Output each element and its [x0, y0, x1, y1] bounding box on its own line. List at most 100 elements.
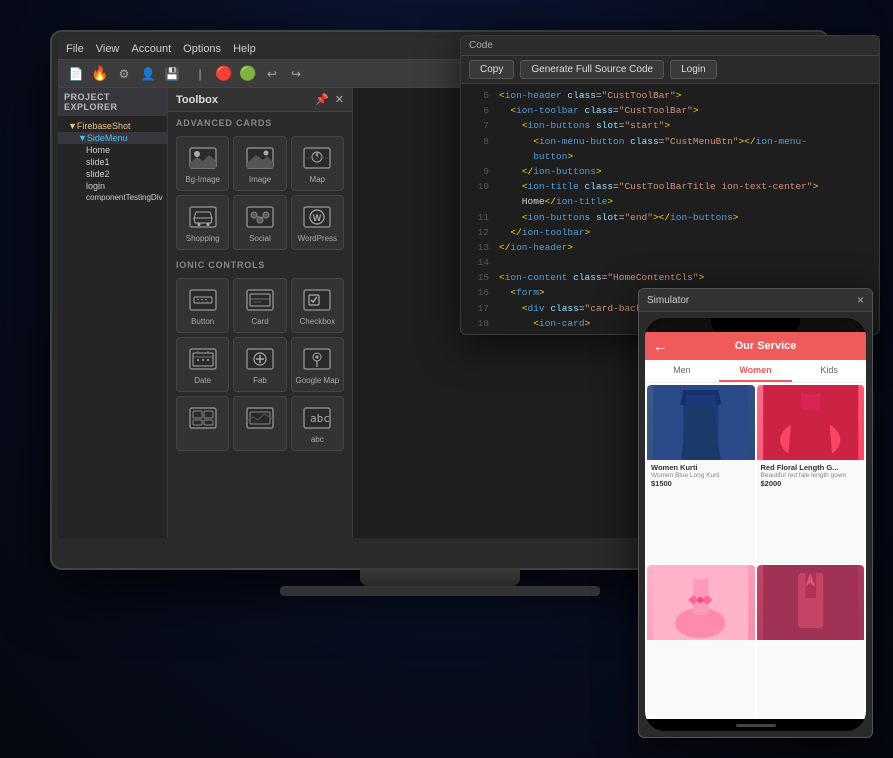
back-button[interactable]: ← — [653, 338, 667, 354]
product-img-dress — [757, 385, 865, 460]
toolbar-divider: | — [190, 64, 210, 84]
toolbar-redo[interactable]: ↪ — [286, 64, 306, 84]
toolbar-settings[interactable]: ⚙ — [114, 64, 134, 84]
code-line-8: 8 <ion-menu-button class="CustMenuBtn"><… — [461, 134, 879, 149]
simulator-titlebar: Simulator × — [639, 289, 872, 312]
toolbox-close[interactable]: ✕ — [335, 93, 344, 106]
toolbox-item-date[interactable]: Date — [176, 337, 229, 392]
toolbox-item-googlemap[interactable]: Google Map — [291, 337, 344, 392]
toolbox-item-social[interactable]: Social — [233, 195, 286, 250]
tree-slide1[interactable]: slide1 — [58, 156, 167, 168]
toolbox-label-button: Button — [191, 317, 214, 326]
grid-icon — [185, 403, 221, 433]
phone-notch — [711, 318, 799, 332]
toolbox-item-fab[interactable]: Fab — [233, 337, 286, 392]
simulator-close-button[interactable]: × — [857, 293, 864, 307]
product-card-1[interactable]: Women Kurti Women Blue Long Kurti $1500 — [647, 385, 755, 563]
toolbar-new[interactable]: 📄 — [66, 64, 86, 84]
tab-men[interactable]: Men — [645, 360, 719, 382]
tree-home[interactable]: Home — [58, 144, 167, 156]
toolbox-item-text[interactable]: abc abc — [291, 396, 344, 451]
product-card-4[interactable] — [757, 565, 865, 718]
toolbox-item-image[interactable]: Image — [233, 136, 286, 191]
text-icon: abc — [299, 403, 335, 433]
app-products: Women Kurti Women Blue Long Kurti $1500 — [645, 383, 866, 719]
menu-file[interactable]: File — [66, 43, 84, 55]
toolbar-fire[interactable]: 🔥 — [90, 64, 110, 84]
tab-women[interactable]: Women — [719, 360, 793, 382]
svg-text:abc: abc — [310, 412, 330, 425]
toolbox-section-ionic: IONIC CONTROLS — [168, 254, 352, 274]
product-name-2: Red Floral Length G... — [761, 463, 861, 472]
tree-component[interactable]: componentTestingDiv — [58, 192, 167, 203]
menu-account[interactable]: Account — [131, 43, 171, 55]
toolbox-item-map[interactable]: Map — [291, 136, 344, 191]
tree-slide2[interactable]: slide2 — [58, 168, 167, 180]
phone-frame: ← Our Service Men Women Kids — [645, 318, 866, 731]
toolbox-label-checkbox: Checkbox — [300, 317, 336, 326]
code-line-10b: Home</ion-title> — [461, 194, 879, 209]
toolbox-label-wordpress: WordPress — [298, 234, 337, 243]
menu-options[interactable]: Options — [183, 43, 221, 55]
product-img-kurti — [647, 385, 755, 460]
code-line-5: 5 <ion-header class="CustToolBar"> — [461, 88, 879, 103]
bg-image-icon — [185, 143, 221, 173]
sidebar-tree: ▼ FirebaseShot ▼ SideMenu Home slide1 sl… — [58, 116, 167, 207]
toolbox-label-fab: Fab — [253, 376, 267, 385]
toolbar-person[interactable]: 👤 — [138, 64, 158, 84]
tree-login[interactable]: login — [58, 180, 167, 192]
code-line-12: 12 </ion-toolbar> — [461, 225, 879, 240]
product-card-3[interactable] — [647, 565, 755, 718]
toolbox-item-button[interactable]: Button — [176, 278, 229, 333]
product-name-1: Women Kurti — [651, 463, 751, 472]
login-button[interactable]: Login — [670, 60, 716, 79]
product-img-suit — [757, 565, 865, 640]
code-line-6: 6 <ion-toolbar class="CustToolBar"> — [461, 103, 879, 118]
toolbox-item-bgimage[interactable]: Bg-Image — [176, 136, 229, 191]
toolbox-item-shopping[interactable]: Shopping — [176, 195, 229, 250]
copy-button[interactable]: Copy — [469, 60, 514, 79]
toolbox-panel: Toolbox 📌 ✕ ADVANCED CARDS — [168, 88, 353, 538]
product-img-pink — [647, 565, 755, 640]
media-icon — [242, 403, 278, 433]
product-desc-2: Beautiful red fale length gown — [761, 472, 861, 479]
code-line-13: 13 </ion-header> — [461, 240, 879, 255]
toolbox-item-checkbox[interactable]: Checkbox — [291, 278, 344, 333]
ide-sidebar: Project Explorer ▼ FirebaseShot ▼ SideMe… — [58, 88, 168, 538]
toolbar-stop[interactable]: 🔴 — [214, 64, 234, 84]
home-indicator — [736, 724, 776, 727]
laptop-base — [280, 586, 600, 596]
toolbox-label-social: Social — [249, 234, 271, 243]
code-line-15: 15 <ion-content class="HomeContentCls"> — [461, 270, 879, 285]
toolbox-item-extra1[interactable] — [176, 396, 229, 451]
product-info-3 — [647, 640, 755, 646]
tab-kids[interactable]: Kids — [792, 360, 866, 382]
product-info-1: Women Kurti Women Blue Long Kurti $1500 — [647, 460, 755, 491]
menu-help[interactable]: Help — [233, 43, 256, 55]
toolbox-label-bgimage: Bg-Image — [185, 175, 220, 184]
image-icon — [242, 143, 278, 173]
toolbox-item-extra2[interactable] — [233, 396, 286, 451]
wordpress-icon: W — [299, 202, 335, 232]
product-card-2[interactable]: Red Floral Length G... Beautiful red fal… — [757, 385, 865, 563]
generate-button[interactable]: Generate Full Source Code — [520, 60, 664, 79]
toolbox-actions: 📌 ✕ — [315, 93, 344, 106]
tree-firebase[interactable]: ▼ FirebaseShot — [58, 120, 167, 132]
laptop-stand — [360, 568, 520, 586]
toolbox-grid-ionic: Button Card — [168, 274, 352, 455]
toolbar-run[interactable]: 🟢 — [238, 64, 258, 84]
toolbox-item-card[interactable]: Card — [233, 278, 286, 333]
app-tabs: Men Women Kids — [645, 360, 866, 383]
map-icon — [299, 143, 335, 173]
toolbar-save[interactable]: 💾 — [162, 64, 182, 84]
toolbox-pin[interactable]: 📌 — [315, 93, 329, 106]
menu-view[interactable]: View — [96, 43, 120, 55]
shopping-icon — [185, 202, 221, 232]
code-line-14: 14 — [461, 255, 879, 270]
code-line-9: 9 </ion-buttons> — [461, 164, 879, 179]
phone-screen: ← Our Service Men Women Kids — [645, 332, 866, 719]
tree-sidemenu[interactable]: ▼ SideMenu — [58, 132, 167, 144]
toolbar-undo[interactable]: ↩ — [262, 64, 282, 84]
toolbox-item-wordpress[interactable]: W WordPress — [291, 195, 344, 250]
code-line-8b: button> — [461, 149, 879, 164]
